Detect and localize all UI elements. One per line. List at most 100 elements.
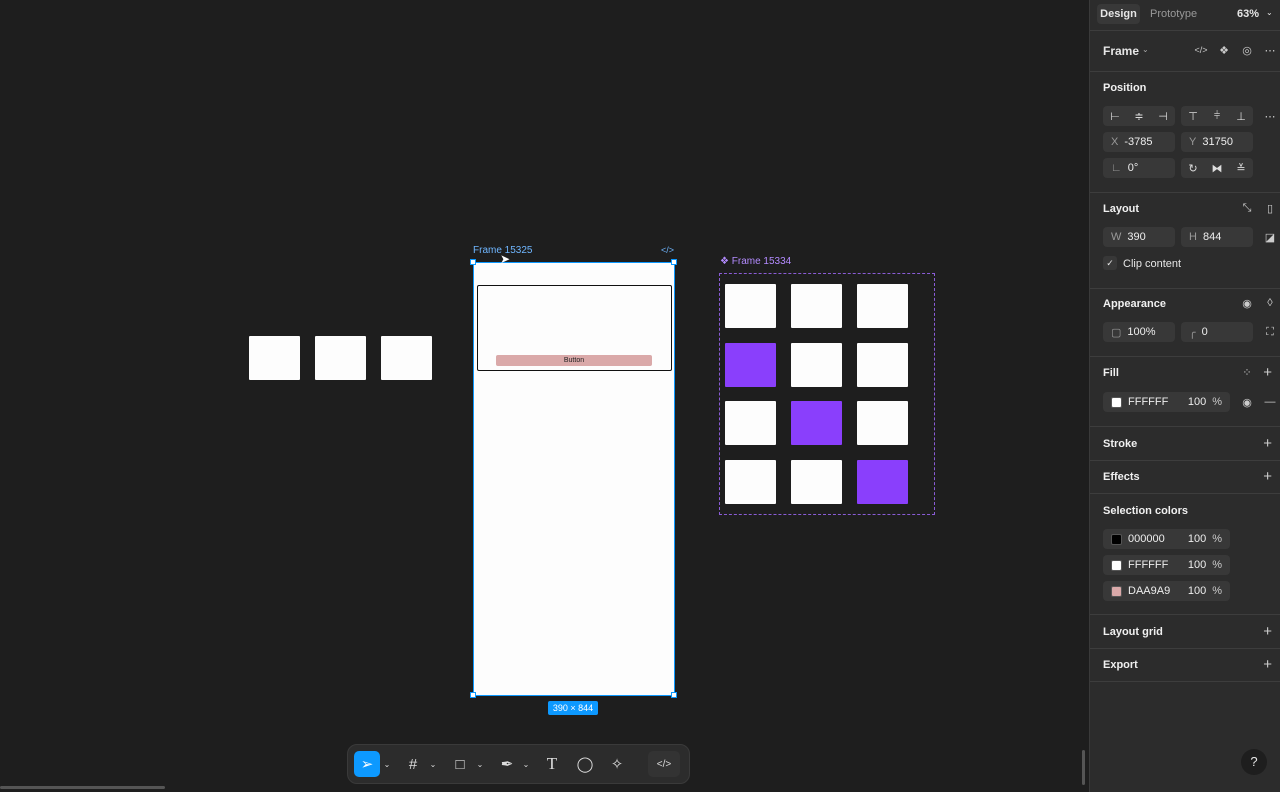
percent-unit: % (1212, 533, 1222, 545)
flip-horizontal-icon[interactable]: ⧓ (1205, 158, 1229, 178)
vertical-scrollbar[interactable] (1082, 750, 1085, 785)
grid-tile-white[interactable] (725, 459, 776, 504)
grid-tile-white[interactable] (725, 401, 776, 445)
resize-handle[interactable] (470, 259, 476, 265)
grid-tile-white[interactable] (857, 342, 908, 387)
zoom-level[interactable]: 63% (1237, 8, 1259, 20)
text-icon[interactable]: T (541, 751, 563, 777)
drop-icon[interactable]: ◊ (1259, 293, 1280, 313)
resize-handle[interactable] (470, 692, 476, 698)
w-value: 390 (1127, 231, 1146, 243)
eye-icon[interactable]: ◉ (1236, 293, 1258, 313)
rectangle[interactable] (381, 336, 432, 380)
collapse-icon[interactable]: ⤡ (1236, 198, 1258, 218)
align-bottom-icon[interactable]: ⊥ (1229, 106, 1253, 126)
rotation-input[interactable]: ∟ 0° (1103, 158, 1175, 178)
add-stroke-icon[interactable]: + (1263, 435, 1272, 452)
add-layout-grid-icon[interactable]: + (1263, 623, 1272, 640)
grid-tile-white[interactable] (725, 284, 776, 328)
ai-icon[interactable]: ✧ (606, 751, 628, 777)
chevron-down-icon[interactable]: ⌄ (426, 751, 440, 777)
grid-tile-purple[interactable] (791, 401, 842, 445)
grid-tile-purple[interactable] (857, 459, 908, 504)
button[interactable]: Button (496, 355, 652, 366)
add-effect-icon[interactable]: + (1263, 468, 1272, 485)
resize-handle[interactable] (671, 259, 677, 265)
code-icon[interactable]: </> (1190, 40, 1212, 60)
grid-tile-white[interactable] (791, 459, 842, 504)
move-icon[interactable]: ➢ (354, 751, 380, 777)
selected-frame[interactable]: Button (473, 262, 675, 696)
rotate-icon[interactable]: ↻ (1181, 158, 1205, 178)
color-swatch[interactable] (1111, 396, 1122, 408)
grid-tile-purple[interactable] (725, 342, 776, 387)
add-fill-icon[interactable]: + (1263, 364, 1272, 381)
component-icon: ❖ (720, 256, 732, 267)
grid-tile-white[interactable] (791, 342, 842, 387)
width-input[interactable]: W 390 (1103, 227, 1175, 247)
resize-handle[interactable] (671, 692, 677, 698)
chevron-down-icon[interactable]: ⌄ (1266, 8, 1273, 17)
selection-color-row[interactable]: DAA9A9 100% (1103, 581, 1230, 601)
tab-design[interactable]: Design (1097, 4, 1140, 24)
color-hex: DAA9A9 (1128, 585, 1171, 597)
x-input[interactable]: X -3785 (1103, 132, 1175, 152)
expand-corners-icon[interactable]: ⛶ (1259, 322, 1280, 342)
rectangle[interactable] (249, 336, 300, 380)
more-icon[interactable]: ⋯ (1259, 106, 1280, 126)
selection-color-row[interactable]: 000000 100% (1103, 529, 1230, 549)
card[interactable]: Button (477, 285, 672, 371)
component-label[interactable]: ❖ Frame 15334 (720, 256, 791, 267)
radius-input[interactable]: ╭ 0 (1181, 322, 1253, 342)
grid-tile-white[interactable] (857, 284, 908, 328)
selection-type[interactable]: Frame (1103, 44, 1139, 58)
opacity-input[interactable]: ▢ 100% (1103, 322, 1175, 342)
percent-unit: % (1212, 396, 1222, 408)
component-frame[interactable] (719, 273, 935, 515)
pen-icon[interactable]: ✒ (496, 751, 518, 777)
align-middle-icon[interactable]: ⫩ (1205, 106, 1229, 126)
flip-vertical-icon[interactable]: ≚ (1229, 158, 1253, 178)
grid-tile-white[interactable] (857, 401, 908, 445)
clip-content-checkbox[interactable]: ✓ (1103, 256, 1117, 270)
align-left-icon[interactable]: ⊢ (1103, 106, 1127, 126)
mask-icon[interactable]: ◎ (1236, 40, 1258, 60)
add-export-icon[interactable]: + (1263, 656, 1272, 673)
comment-icon[interactable]: ◯ (574, 751, 596, 777)
help-button[interactable]: ? (1241, 749, 1267, 775)
tab-prototype[interactable]: Prototype (1150, 8, 1197, 20)
grid-tile-white[interactable] (791, 284, 842, 328)
rectangle-icon[interactable]: □ (449, 751, 471, 777)
section-title: Position (1103, 82, 1147, 94)
chevron-down-icon[interactable]: ⌄ (380, 751, 394, 777)
code-icon[interactable]: </> (648, 751, 680, 777)
more-icon[interactable]: ⋯ (1259, 40, 1280, 60)
component-icon[interactable]: ❖ (1213, 40, 1235, 60)
chevron-down-icon[interactable]: ⌄ (519, 751, 533, 777)
chevron-down-icon[interactable]: ⌄ (473, 751, 487, 777)
eye-icon[interactable]: ◉ (1236, 392, 1258, 412)
rectangle[interactable] (315, 336, 366, 380)
rotation-value: 0° (1127, 162, 1139, 174)
fill-color-input[interactable]: FFFFFF 100% (1103, 392, 1230, 412)
opacity-icon: ▢ (1111, 326, 1122, 339)
align-right-icon[interactable]: ⊣ (1151, 106, 1175, 126)
frame-icon[interactable]: # (402, 751, 424, 777)
color-swatch[interactable] (1111, 585, 1122, 597)
y-input[interactable]: Y 31750 (1181, 132, 1253, 152)
selection-color-row[interactable]: FFFFFF 100% (1103, 555, 1230, 575)
color-swatch[interactable] (1111, 559, 1122, 571)
canvas[interactable]: Frame 15325 </> Button 390 × 844 ➤ ❖ Fra… (0, 0, 1089, 792)
remove-fill-icon[interactable]: — (1259, 392, 1280, 412)
align-top-icon[interactable]: ⊤ (1181, 106, 1205, 126)
clip-content-label: Clip content (1123, 258, 1182, 270)
horizontal-scrollbar[interactable] (0, 786, 165, 789)
auto-layout-icon[interactable]: ▯ (1259, 198, 1280, 218)
chevron-down-icon[interactable]: ⌄ (1142, 45, 1149, 54)
resize-icon[interactable]: ◪ (1259, 227, 1280, 247)
height-input[interactable]: H 844 (1181, 227, 1253, 247)
color-swatch[interactable] (1111, 533, 1122, 545)
styles-icon[interactable]: ⁘ (1236, 362, 1258, 382)
align-center-h-icon[interactable]: ≑ (1127, 106, 1151, 126)
code-icon[interactable]: </> (661, 245, 674, 255)
